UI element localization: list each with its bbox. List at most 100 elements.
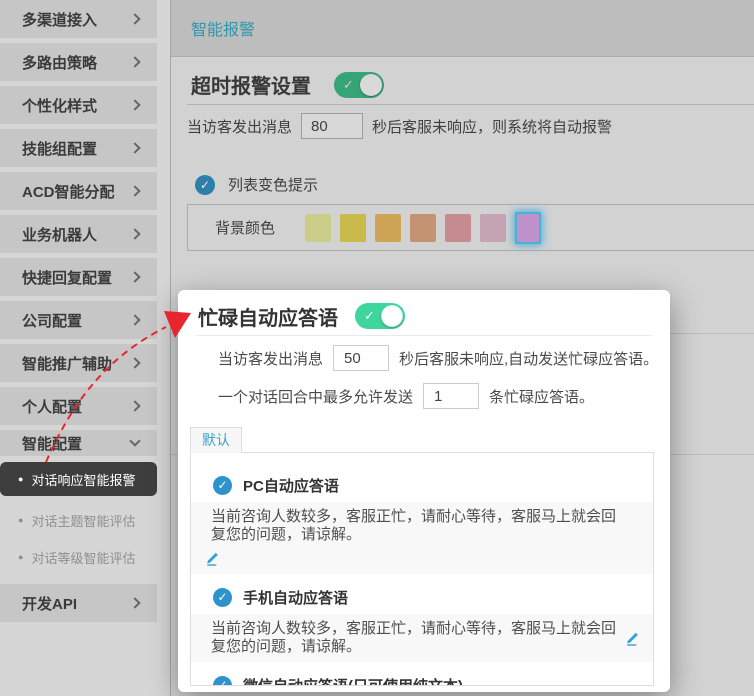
sidebar-subitem-label: 对话等级智能评估 <box>31 548 135 567</box>
sidebar: 多渠道接入多路由策略个性化样式技能组配置 ACD智能分配业务机器人快捷回复配置公司… <box>0 0 157 696</box>
background-color-box: 背景颜色 <box>187 204 754 251</box>
sidebar-item[interactable]: 智能推广辅助 <box>0 344 157 382</box>
sidebar-item-label: 开发API <box>22 593 77 614</box>
list-color-label: 列表变色提示 <box>228 174 318 195</box>
color-swatch[interactable] <box>340 214 366 242</box>
reply-item-desc-row: 当前咨询人数较多，客服正忙，请耐心等待，客服马上就会回复您的问题，请谅解。 <box>191 614 653 662</box>
sentence-prefix: 当访客发出消息 <box>187 116 292 137</box>
chevron-down-icon <box>129 435 140 446</box>
timeout-section-title: 超时报警设置 <box>191 70 311 99</box>
reply-items-box: ✓ PC自动应答语当前咨询人数较多，客服正忙，请耐心等待，客服马上就会回复您的问题… <box>190 452 654 686</box>
sidebar-item-label: 多渠道接入 <box>22 9 97 30</box>
timeout-seconds-input[interactable] <box>301 113 363 139</box>
sidebar-item-label: 个性化样式 <box>22 95 97 116</box>
sentence-suffix: 秒后客服未响应，则系统将自动报警 <box>372 116 612 137</box>
section-divider <box>187 104 754 105</box>
check-icon: ✓ <box>343 77 354 93</box>
color-swatch-row <box>305 212 541 244</box>
busy-reply-modal: 忙碌自动应答语 ✓ 当访客发出消息 秒后客服未响应,自动发送忙碌应答语。 一个对… <box>178 290 670 692</box>
sidebar-item[interactable]: ACD智能分配 <box>0 172 157 210</box>
sidebar-item[interactable]: 多渠道接入 <box>0 0 157 38</box>
background-color-label: 背景颜色 <box>215 217 275 238</box>
reply-item-label: 微信自动应答语(只可使用纯文本) <box>243 675 463 687</box>
list-color-check-row: ✓ 列表变色提示 <box>195 174 318 195</box>
sidebar-item-label: ACD智能分配 <box>22 181 115 202</box>
sidebar-item[interactable]: 公司配置 <box>0 301 157 339</box>
modal-divider <box>196 335 652 336</box>
chevron-right-icon <box>129 597 140 608</box>
reply-item-label: 手机自动应答语 <box>243 587 348 608</box>
sidebar-subitem[interactable]: ● 对话主题智能评估 <box>0 502 157 539</box>
edit-pencil-icon[interactable] <box>625 629 642 647</box>
sidebar-item[interactable]: 技能组配置 <box>0 129 157 167</box>
edit-pencil-icon[interactable] <box>205 549 222 567</box>
sidebar-subitem-label: 对话主题智能评估 <box>31 511 135 530</box>
reply-item-desc: 当前咨询人数较多，客服正忙，请耐心等待，客服马上就会回复您的问题，请谅解。 <box>211 620 616 655</box>
timeout-sentence: 当访客发出消息 秒后客服未响应，则系统将自动报警 <box>187 112 612 140</box>
sidebar-item-label: 公司配置 <box>22 310 82 331</box>
chevron-right-icon <box>129 99 140 110</box>
modal-title: 忙碌自动应答语 <box>198 302 338 331</box>
color-swatch-selected[interactable] <box>515 212 541 244</box>
sidebar-item-label: 快捷回复配置 <box>22 267 112 288</box>
busy-reply-toggle[interactable]: ✓ <box>355 303 405 329</box>
color-swatch[interactable] <box>305 214 331 242</box>
busy-seconds-input[interactable] <box>333 345 389 371</box>
sidebar-item-label: 业务机器人 <box>22 224 97 245</box>
sidebar-item[interactable]: 个性化样式 <box>0 86 157 124</box>
bullet-icon: ● <box>18 553 23 562</box>
sidebar-item-label: 多路由策略 <box>22 52 97 73</box>
reply-item-checkbox[interactable]: ✓ <box>213 676 232 687</box>
chevron-right-icon <box>129 357 140 368</box>
sidebar-item-smart-config[interactable]: 智能配置 <box>0 430 157 456</box>
sidebar-item-label: 智能配置 <box>22 433 82 454</box>
chevron-right-icon <box>129 185 140 196</box>
reply-item-checkbox[interactable]: ✓ <box>213 476 232 495</box>
sidebar-item-dev-api[interactable]: 开发API <box>0 584 157 622</box>
chevron-right-icon <box>129 56 140 67</box>
chevron-right-icon <box>129 13 140 24</box>
sidebar-item[interactable]: 快捷回复配置 <box>0 258 157 296</box>
timeout-toggle[interactable]: ✓ <box>334 72 384 98</box>
sidebar-subitem[interactable]: ● 对话等级智能评估 <box>0 539 157 576</box>
row1-prefix: 当访客发出消息 <box>218 348 323 369</box>
color-swatch[interactable] <box>375 214 401 242</box>
busy-max-input[interactable] <box>423 383 479 409</box>
chevron-right-icon <box>129 400 140 411</box>
page-title: 智能报警 <box>191 16 255 40</box>
reply-item-header: ✓ PC自动应答语 <box>213 475 653 495</box>
busy-seconds-row: 当访客发出消息 秒后客服未响应,自动发送忙碌应答语。 <box>218 344 658 372</box>
sidebar-item-label: 个人配置 <box>22 396 82 417</box>
sidebar-item[interactable]: 多路由策略 <box>0 43 157 81</box>
reply-item-desc: 当前咨询人数较多，客服正忙，请耐心等待，客服马上就会回复您的问题，请谅解。 <box>211 508 616 543</box>
row1-suffix: 秒后客服未响应,自动发送忙碌应答语。 <box>399 348 658 369</box>
sidebar-item-label: 智能推广辅助 <box>22 353 112 374</box>
chevron-right-icon <box>129 314 140 325</box>
chevron-right-icon <box>129 228 140 239</box>
sidebar-item[interactable]: 个人配置 <box>0 387 157 425</box>
bullet-icon: ● <box>18 475 23 484</box>
list-color-checkbox[interactable]: ✓ <box>195 175 215 195</box>
reply-item-header: ✓ 手机自动应答语 <box>213 587 653 607</box>
sidebar-item[interactable]: 业务机器人 <box>0 215 157 253</box>
row2-suffix: 条忙碌应答语。 <box>489 386 594 407</box>
toggle-knob <box>381 305 403 327</box>
bullet-icon: ● <box>18 516 23 525</box>
reply-item-header: ✓ 微信自动应答语(只可使用纯文本) <box>213 675 653 686</box>
sidebar-item-label: 技能组配置 <box>22 138 97 159</box>
sidebar-subitem-selected[interactable]: ● 对话响应智能报警 <box>0 462 157 496</box>
sidebar-subitem-label: 对话响应智能报警 <box>31 470 135 489</box>
color-swatch[interactable] <box>480 214 506 242</box>
busy-max-row: 一个对话回合中最多允许发送 条忙碌应答语。 <box>218 382 594 410</box>
row2-prefix: 一个对话回合中最多允许发送 <box>218 386 413 407</box>
tab-default[interactable]: 默认 <box>190 427 242 453</box>
color-swatch[interactable] <box>410 214 436 242</box>
color-swatch[interactable] <box>445 214 471 242</box>
page-header: 智能报警 <box>171 0 754 57</box>
reply-item-desc-row: 当前咨询人数较多，客服正忙，请耐心等待，客服马上就会回复您的问题，请谅解。 <box>191 502 653 574</box>
check-icon: ✓ <box>364 308 375 324</box>
toggle-knob <box>360 74 382 96</box>
chevron-right-icon <box>129 271 140 282</box>
reply-item-label: PC自动应答语 <box>243 475 339 496</box>
reply-item-checkbox[interactable]: ✓ <box>213 588 232 607</box>
